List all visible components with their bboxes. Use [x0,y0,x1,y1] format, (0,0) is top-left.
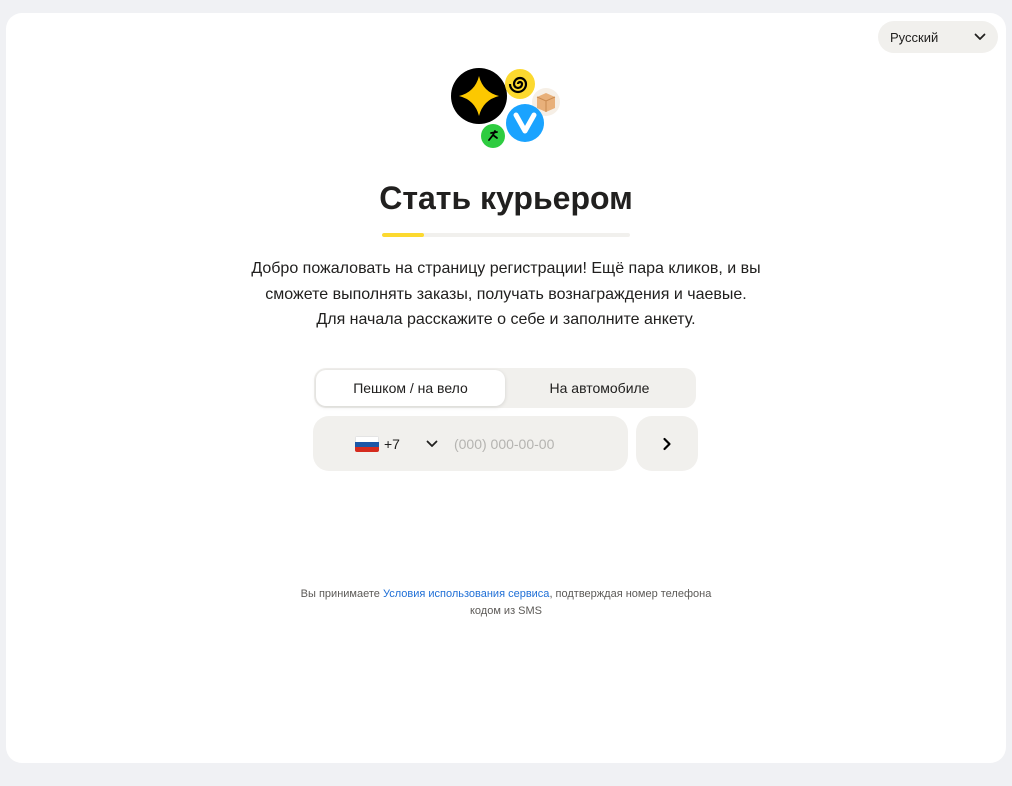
terms-of-service-link[interactable]: Условия использования сервиса [383,588,550,600]
terms-prefix: Вы принимаете [300,588,383,600]
phone-field: +7 [313,416,628,471]
intro-line: сможете выполнять заказы, получать возна… [265,285,747,303]
language-select[interactable]: Русский [878,21,998,53]
page-title: Стать курьером [379,180,633,216]
country-code-select[interactable]: +7 [355,435,438,452]
chevron-down-icon [974,33,986,40]
chevron-down-icon [426,440,438,447]
country-code: +7 [384,435,400,452]
tab-on-foot-bike[interactable]: Пешком / на вело [316,370,505,406]
terms-suffix-line2: кодом из SMS [469,605,543,617]
intro-line: Добро пожаловать на страницу регистрации… [251,260,761,277]
courier-services-logo [451,68,560,148]
intro-line: Для начала расскажите о себе и заполните… [316,311,696,328]
registration-card: Русский Стать курьером Добро пожаловать … [6,13,1006,763]
progress-bar-fill [382,233,425,237]
registration-progress-bar [382,233,630,237]
language-select-label: Русский [890,29,939,45]
intro-text: Добро пожаловать на страницу регистрации… [206,256,806,333]
terms-notice: Вы принимаете Условия использования серв… [256,586,756,620]
chevron-right-icon [663,437,671,450]
next-button[interactable] [636,416,698,471]
terms-suffix: , подтверждая номер телефона [549,588,712,600]
russia-flag-icon [355,435,379,452]
delivery-mode-switch: Пешком / на вело На автомобиле [314,368,696,408]
tab-by-car[interactable]: На автомобиле [505,370,694,406]
phone-number-input[interactable] [453,435,614,452]
